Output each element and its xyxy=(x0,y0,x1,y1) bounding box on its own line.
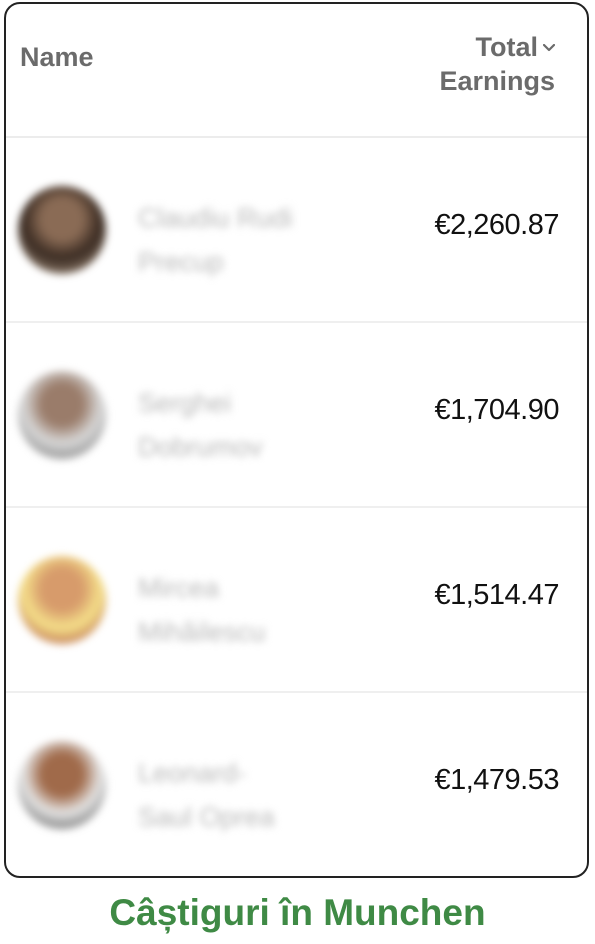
driver-name-line2: Dobrumov xyxy=(138,432,263,462)
column-header-total-line1: Total xyxy=(475,32,539,62)
table-row[interactable]: Mircea Mihăilescu €1,514.47 xyxy=(6,508,587,693)
column-header-total-earnings[interactable]: Total Earnings xyxy=(439,26,556,98)
avatar xyxy=(18,371,106,459)
avatar xyxy=(18,741,106,829)
driver-name: Leonard- Saul Oprea xyxy=(138,751,338,839)
driver-name-line1: Claudiu Rudi xyxy=(138,203,293,233)
driver-name: Mircea Mihăilescu xyxy=(138,566,338,654)
earnings-amount: €1,514.47 xyxy=(434,579,559,611)
avatar xyxy=(18,556,106,644)
earnings-amount: €2,260.87 xyxy=(434,209,559,241)
driver-name: Claudiu Rudi Precup xyxy=(138,196,338,284)
earnings-amount: €1,704.90 xyxy=(434,394,559,426)
table-header: Name Total Earnings xyxy=(6,4,587,138)
driver-name-line2: Precup xyxy=(138,247,224,277)
chevron-down-icon[interactable] xyxy=(542,26,556,60)
table-row[interactable]: Serghei Dobrumov €1,704.90 xyxy=(6,323,587,508)
driver-name: Serghei Dobrumov xyxy=(138,381,338,469)
column-header-name: Name xyxy=(20,42,94,72)
avatar xyxy=(18,186,106,274)
caption-title: Câștiguri în Munchen xyxy=(109,892,486,933)
driver-name-line2: Saul Oprea xyxy=(138,802,275,832)
driver-name-line2: Mihăilescu xyxy=(138,617,266,647)
leaderboard-card: Name Total Earnings Claudiu Rudi Precup … xyxy=(4,2,589,878)
earnings-amount: €1,479.53 xyxy=(434,764,559,796)
driver-name-line1: Mircea xyxy=(138,573,220,603)
driver-name-line1: Serghei xyxy=(138,388,232,418)
column-header-total-line2: Earnings xyxy=(439,66,555,96)
table-row[interactable]: Leonard- Saul Oprea €1,479.53 xyxy=(6,693,587,876)
driver-name-line1: Leonard- xyxy=(138,758,247,788)
table-row[interactable]: Claudiu Rudi Precup €2,260.87 xyxy=(6,138,587,323)
